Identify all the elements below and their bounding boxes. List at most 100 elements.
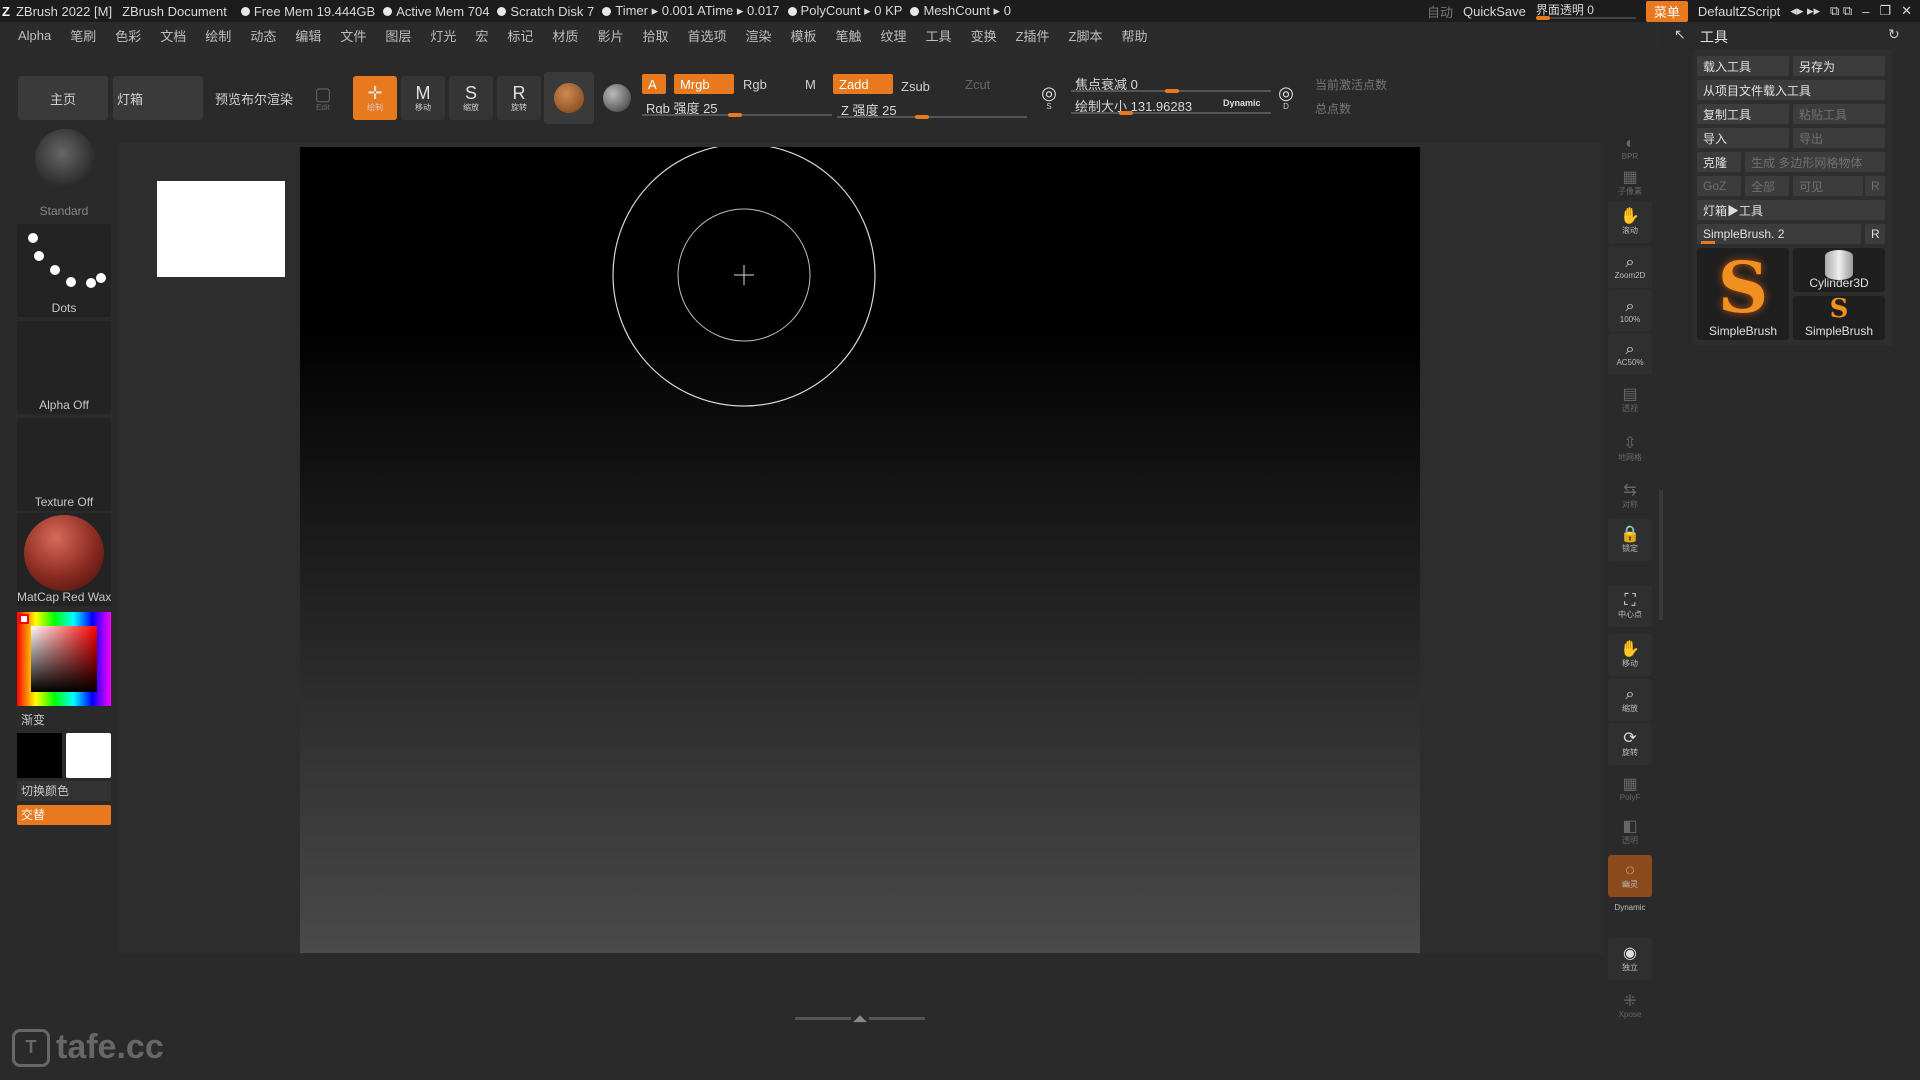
zcut-toggle[interactable]: Zcut	[959, 74, 1009, 94]
transp-button[interactable]: ◧ 透明	[1608, 811, 1652, 853]
menu-item[interactable]: 笔刷	[61, 26, 106, 45]
frame-button[interactable]: ⛶ 中心点	[1608, 585, 1652, 627]
menu-item[interactable]: 文档	[151, 26, 196, 45]
menu-item[interactable]: 材质	[543, 26, 588, 45]
subpixel-button[interactable]: ▦ 子像素	[1608, 169, 1652, 196]
zoom-button[interactable]: ⌕ 缩放	[1608, 679, 1652, 721]
solo-button[interactable]: ◉ 独立	[1608, 938, 1652, 980]
tab-home[interactable]: 主页	[18, 76, 108, 120]
z-intensity-slider[interactable]: Z 强度 25	[837, 98, 1027, 120]
menu-item[interactable]: 动态	[241, 26, 286, 45]
rotate-button[interactable]: ⟳ 旋转	[1608, 723, 1652, 765]
import-button[interactable]: 导入	[1697, 128, 1789, 148]
arrows-icon[interactable]: ◂▸ ▸▸	[1790, 3, 1820, 19]
polyf-button[interactable]: ▦ PolyF	[1608, 768, 1652, 810]
menu-item[interactable]: 文件	[331, 26, 376, 45]
m-toggle[interactable]: M	[799, 74, 829, 94]
stroke-selector[interactable]: Dots	[17, 224, 111, 317]
tab-lightbox[interactable]: 灯箱	[113, 76, 203, 120]
scale-button[interactable]: S 缩放	[449, 76, 493, 120]
local-button[interactable]: ⇳ 地网格	[1608, 428, 1652, 470]
rotate-button[interactable]: R 旋转	[497, 76, 541, 120]
menu-item[interactable]: 编辑	[286, 26, 331, 45]
menu-item[interactable]: 拾取	[633, 26, 678, 45]
brush-selector[interactable]: Standard	[17, 127, 111, 220]
focal-shift-slider[interactable]: 焦点衰减 0	[1071, 72, 1271, 94]
menu-item[interactable]: 色彩	[106, 26, 151, 45]
menu-item[interactable]: 笔触	[827, 26, 872, 45]
xpose-button[interactable]: ⁜ Xpose	[1608, 985, 1652, 1027]
color-picker[interactable]	[17, 612, 111, 706]
menu-item[interactable]: 帮助	[1112, 26, 1157, 45]
canvas[interactable]	[300, 147, 1420, 953]
window-layout-icon[interactable]: ⧉ ⧉	[1830, 3, 1852, 19]
export-button[interactable]: 导出	[1793, 128, 1885, 148]
floor-button[interactable]: ▤ 透视	[1608, 379, 1652, 421]
gradient-label[interactable]: 渐变	[21, 711, 45, 728]
paste-tool-button[interactable]: 粘贴工具	[1793, 104, 1885, 124]
zscript-button[interactable]: DefaultZScript	[1698, 4, 1780, 19]
bpr-preview-button[interactable]: 预览布尔渲染	[209, 76, 299, 120]
d-button[interactable]: ◎ D	[1269, 80, 1303, 114]
menu-item[interactable]: 变换	[962, 26, 1007, 45]
rgb-toggle[interactable]: Rgb	[737, 74, 797, 94]
material-selector[interactable]: MatCap Red Wax	[17, 513, 111, 606]
zsub-toggle[interactable]: Zsub	[895, 76, 955, 96]
save-as-button[interactable]: 另存为	[1793, 56, 1885, 76]
goz-r-button[interactable]: R	[1865, 176, 1885, 196]
menu-item[interactable]: 图层	[376, 26, 421, 45]
s-button[interactable]: ◎ S	[1032, 80, 1066, 114]
refresh-icon[interactable]: ↻	[1888, 26, 1900, 43]
all-button[interactable]: 全部	[1745, 176, 1789, 196]
menu-button[interactable]: 菜单	[1645, 0, 1688, 22]
xyz-button[interactable]: ⇆ 对称	[1608, 475, 1652, 517]
switch-color-button[interactable]: 切换颜色	[17, 781, 111, 801]
tool-thumb-simplebrush[interactable]: S SimpleBrush	[1697, 246, 1789, 340]
zoom2d-button[interactable]: ⌕ Zoom2D	[1608, 246, 1652, 288]
dynamic-button[interactable]: Dynamic	[1608, 900, 1652, 914]
actual-button[interactable]: ⌕ 100%	[1608, 290, 1652, 332]
load-from-project-button[interactable]: 从项目文件载入工具	[1697, 80, 1885, 100]
bottom-shelf-handle-icon[interactable]: ◢◣	[795, 1013, 925, 1023]
make-polymesh-button[interactable]: 生成 多边形网格物体	[1745, 152, 1885, 172]
a-toggle[interactable]: A	[642, 74, 666, 94]
lightbox-tools-button[interactable]: 灯箱▶工具	[1697, 200, 1885, 220]
alternate-button[interactable]: 交替	[17, 805, 111, 825]
alpha-selector[interactable]: Alpha Off	[17, 321, 111, 414]
tool-thumb-cylinder3d[interactable]: Cylinder3D	[1793, 248, 1885, 292]
navigation-preview[interactable]	[157, 181, 285, 277]
material-swatch-button[interactable]	[544, 72, 594, 124]
sphere-button[interactable]	[595, 76, 639, 120]
texture-selector[interactable]: Texture Off	[17, 418, 111, 511]
tool-thumb-simplebrush-small[interactable]: S SimpleBrush	[1793, 294, 1885, 340]
move-button[interactable]: ✋ 移动	[1608, 634, 1652, 676]
menu-item[interactable]: 影片	[588, 26, 633, 45]
minimize-icon[interactable]: –	[1862, 4, 1869, 19]
menu-item[interactable]: 宏	[466, 26, 498, 45]
load-tool-button[interactable]: 载入工具	[1697, 56, 1789, 76]
palette-pin-icon[interactable]: ↖	[1674, 26, 1686, 43]
restore-icon[interactable]: ❐	[1879, 3, 1891, 19]
current-tool-slider[interactable]: SimpleBrush. 2	[1697, 224, 1861, 244]
dynamic-button[interactable]: Dynamic	[1223, 98, 1261, 108]
zadd-toggle[interactable]: Zadd	[833, 74, 893, 94]
menu-item[interactable]: Alpha	[0, 28, 61, 43]
menu-item[interactable]: 模板	[782, 26, 827, 45]
edit-button[interactable]: ▢ Edit	[301, 76, 345, 120]
mrgb-toggle[interactable]: Mrgb	[674, 74, 734, 94]
menu-item[interactable]: 首选项	[678, 26, 736, 45]
menu-item[interactable]: 标记	[498, 26, 543, 45]
secondary-color-swatch[interactable]	[66, 733, 111, 778]
menu-item[interactable]: 灯光	[421, 26, 466, 45]
menu-item[interactable]: 绘制	[196, 26, 241, 45]
bpr-button[interactable]: ◐ BPR	[1608, 127, 1652, 169]
current-tool-r-button[interactable]: R	[1865, 224, 1885, 244]
ghost-button[interactable]: ◌ 幽灵	[1608, 855, 1652, 897]
half-button[interactable]: ⌕ AC50%	[1608, 333, 1652, 375]
move-button[interactable]: M 移动	[401, 76, 445, 120]
rgb-intensity-slider[interactable]: Rgb 强度 25	[642, 96, 832, 118]
menu-item[interactable]: Z脚本	[1060, 26, 1113, 45]
copy-tool-button[interactable]: 复制工具	[1697, 104, 1789, 124]
clone-button[interactable]: 克隆	[1697, 152, 1741, 172]
goz-button[interactable]: GoZ	[1697, 176, 1741, 196]
